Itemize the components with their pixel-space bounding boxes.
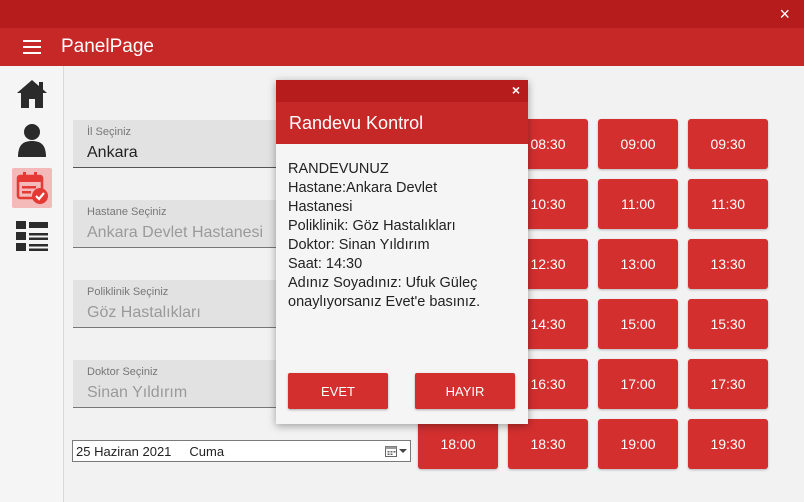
time-slot-button[interactable]: 18:30	[508, 419, 588, 469]
confirmation-dialog: × Randevu Kontrol RANDEVUNUZ Hastane:Ank…	[276, 80, 528, 424]
dialog-line: onaylıyorsanız Evet'e basınız.	[288, 294, 481, 310]
city-select[interactable]: İl Seçiniz Ankara	[73, 120, 293, 168]
hospital-select-label: Hastane Seçiniz	[87, 206, 167, 218]
list-view-icon[interactable]	[12, 216, 52, 256]
yes-button[interactable]: EVET	[288, 373, 388, 409]
dialog-line: RANDEVUNUZ	[288, 161, 389, 177]
doctor-select-value: Sinan Yıldırım	[87, 384, 188, 401]
time-slot-button[interactable]: 09:00	[598, 119, 678, 169]
clinic-select[interactable]: Poliklinik Seçiniz Göz Hastalıkları	[73, 280, 293, 328]
time-slot-button[interactable]: 18:00	[418, 419, 498, 469]
date-picker-day: Cuma	[189, 443, 225, 459]
window-titlebar: ×	[0, 0, 804, 28]
app-bar: PanelPage	[0, 28, 804, 66]
time-slot-button[interactable]: 17:00	[598, 359, 678, 409]
doctor-select-label: Doktor Seçiniz	[87, 366, 158, 378]
time-slot-button[interactable]: 13:00	[598, 239, 678, 289]
hamburger-menu-icon[interactable]	[23, 40, 41, 54]
window-close-icon[interactable]: ×	[779, 4, 790, 24]
doctor-select[interactable]: Doktor Seçiniz Sinan Yıldırım	[73, 360, 293, 408]
date-picker[interactable]: 25 Haziran 2021 Cuma	[72, 440, 411, 462]
time-slot-button[interactable]: 11:00	[598, 179, 678, 229]
dialog-line: Hastane:Ankara Devlet	[288, 180, 438, 196]
sidebar	[0, 66, 64, 502]
calendar-dropdown-icon[interactable]	[385, 444, 407, 458]
dialog-message: RANDEVUNUZ Hastane:Ankara Devlet Hastane…	[288, 160, 520, 312]
dialog-close-icon[interactable]: ×	[512, 82, 520, 98]
time-slot-button[interactable]: 15:00	[598, 299, 678, 349]
no-button[interactable]: HAYIR	[415, 373, 515, 409]
time-slot-button[interactable]: 17:30	[688, 359, 768, 409]
date-picker-value: 25 Haziran 2021	[76, 443, 172, 459]
time-slot-button[interactable]: 11:30	[688, 179, 768, 229]
dialog-header: Randevu Kontrol	[276, 102, 528, 144]
clinic-select-label: Poliklinik Seçiniz	[87, 286, 169, 298]
hospital-select-value: Ankara Devlet Hastanesi	[87, 224, 264, 241]
appointment-calendar-icon[interactable]	[12, 168, 52, 208]
hospital-select[interactable]: Hastane Seçiniz Ankara Devlet Hastanesi	[73, 200, 293, 248]
dialog-line: Doktor: Sinan Yıldırım	[288, 237, 430, 253]
time-slot-button[interactable]: 19:30	[688, 419, 768, 469]
time-slot-button[interactable]: 19:00	[598, 419, 678, 469]
time-slot-button[interactable]: 15:30	[688, 299, 768, 349]
home-icon[interactable]	[12, 74, 52, 114]
city-select-label: İl Seçiniz	[87, 126, 132, 138]
dialog-line: Adınız Soyadınız: Ufuk Güleç	[288, 275, 478, 291]
dialog-line: Saat: 14:30	[288, 256, 363, 272]
user-profile-icon[interactable]	[12, 120, 52, 160]
clinic-select-value: Göz Hastalıkları	[87, 304, 201, 321]
time-slot-button[interactable]: 13:30	[688, 239, 768, 289]
city-select-value: Ankara	[87, 144, 138, 161]
app-title: PanelPage	[61, 36, 154, 57]
app-window: × PanelPage İl Seçiniz Ankara Hastane Se…	[0, 0, 804, 502]
dialog-line: Hastanesi	[288, 199, 353, 215]
time-slot-button[interactable]: 09:30	[688, 119, 768, 169]
dialog-title: Randevu Kontrol	[289, 113, 424, 133]
dialog-topbar: ×	[276, 80, 528, 102]
dialog-line: Poliklinik: Göz Hastalıkları	[288, 218, 456, 234]
